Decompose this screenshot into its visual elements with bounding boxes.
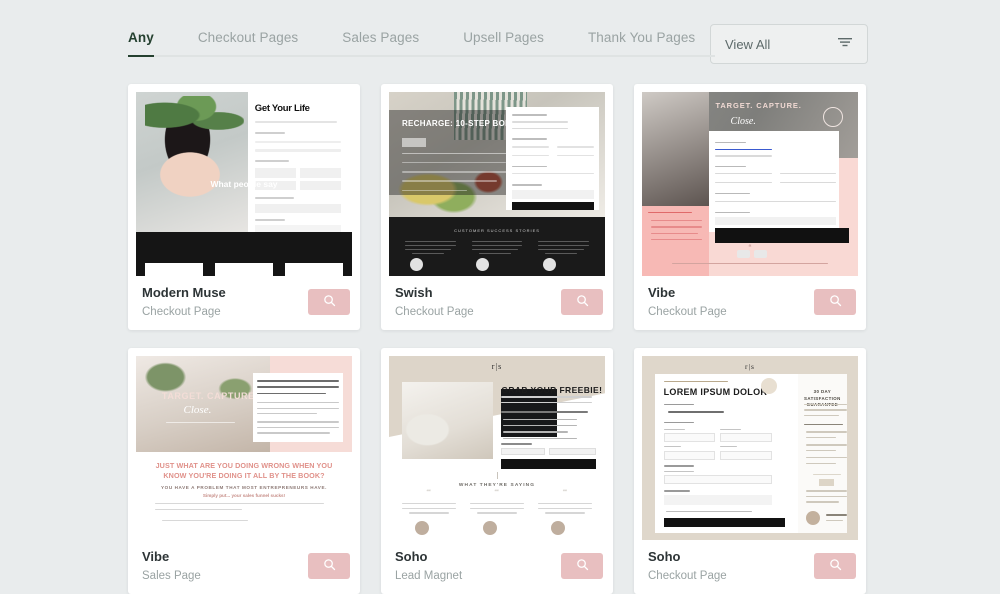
card-footer: Vibe Checkout Page xyxy=(642,276,858,330)
filter-toolbar: Any Checkout Pages Sales Pages Upsell Pa… xyxy=(0,0,1000,72)
card-title: Soho xyxy=(648,549,681,564)
template-card[interactable]: TARGET. CAPTURE. Close. “ Vibe Checkout … xyxy=(634,84,866,330)
preview-zoom-button[interactable] xyxy=(308,553,350,579)
card-category: Checkout Page xyxy=(648,306,727,319)
preview-banner-text: CUSTOMER SUCCESS STORIES xyxy=(454,228,540,234)
search-icon xyxy=(829,294,842,310)
preview-zoom-button[interactable] xyxy=(308,289,350,315)
card-footer: Vibe Sales Page xyxy=(136,540,352,594)
tab-upsell-pages-label: Upsell Pages xyxy=(463,30,544,45)
preview-script-text: Close. xyxy=(183,403,212,416)
search-icon xyxy=(323,558,336,574)
filter-icon xyxy=(837,35,853,53)
preview-zoom-button[interactable] xyxy=(561,289,603,315)
card-footer: Soho Lead Magnet xyxy=(389,540,605,594)
card-category: Checkout Page xyxy=(142,306,221,319)
card-title: Modern Muse xyxy=(142,285,226,300)
preview-headline: LOREM IPSUM DOLOR xyxy=(663,387,768,398)
preview-zoom-button[interactable] xyxy=(814,553,856,579)
template-preview-thumbnail: TARGET. CAPTURE. Close. JUST WHAT ARE YO… xyxy=(136,356,352,540)
search-icon xyxy=(323,294,336,310)
card-title: Vibe xyxy=(142,549,170,564)
preview-banner-text: What people say xyxy=(210,179,278,189)
preview-logo: r|s xyxy=(745,361,755,371)
card-meta: Swish Checkout Page xyxy=(395,285,474,320)
view-all-label: View All xyxy=(725,36,771,52)
preview-section-sub2: Simply put... your sales funnel sucks! xyxy=(202,493,286,499)
tab-any-label: Any xyxy=(128,30,154,45)
search-icon xyxy=(576,294,589,310)
preview-section-heading: JUST WHAT ARE YOU DOING WRONG WHEN YOU K… xyxy=(155,460,333,481)
card-category: Sales Page xyxy=(142,570,201,583)
preview-zoom-button[interactable] xyxy=(814,289,856,315)
preview-logo: r|s xyxy=(491,361,503,371)
template-card[interactable]: r|s GRAB YOUR FREEBIE! WHAT THEY'RE SAYI… xyxy=(381,348,613,594)
tab-upsell-pages[interactable]: Upsell Pages xyxy=(463,24,544,57)
tab-sales-pages[interactable]: Sales Pages xyxy=(342,24,419,57)
preview-quote-mark: “ xyxy=(748,242,752,253)
card-category: Checkout Page xyxy=(648,570,727,583)
preview-section-heading: WHAT THEY'RE SAYING xyxy=(458,482,536,488)
card-category: Lead Magnet xyxy=(395,570,463,583)
tab-sales-pages-label: Sales Pages xyxy=(342,30,420,45)
card-footer: Soho Checkout Page xyxy=(642,540,858,594)
tab-checkout-pages[interactable]: Checkout Pages xyxy=(198,24,298,57)
card-title: Swish xyxy=(395,285,433,300)
preview-side-heading: 30 DAY SATISFACTION GUARANTEE xyxy=(804,389,841,407)
tab-thank-you-pages-label: Thank You Pages xyxy=(587,30,696,45)
card-title: Vibe xyxy=(648,285,676,300)
preview-zoom-button[interactable] xyxy=(561,553,603,579)
search-icon xyxy=(829,558,842,574)
template-preview-thumbnail: RECHARGE: 10-STEP BODY DETOX PROGRAM CUS… xyxy=(389,92,605,276)
preview-script-text: Close. xyxy=(730,115,756,127)
card-footer: Modern Muse Checkout Page xyxy=(136,276,352,330)
template-preview-thumbnail: r|s GRAB YOUR FREEBIE! WHAT THEY'RE SAYI… xyxy=(389,356,605,540)
template-card[interactable]: r|s LOREM IPSUM DOLOR 30 DAY SATISFACTIO… xyxy=(634,348,866,594)
template-preview-thumbnail: Get Your Life What people say xyxy=(136,92,352,276)
preview-headline: TARGET. CAPTURE. xyxy=(161,390,258,401)
card-title: Soho xyxy=(395,549,428,564)
template-card[interactable]: TARGET. CAPTURE. Close. JUST WHAT ARE YO… xyxy=(128,348,360,594)
template-card[interactable]: Get Your Life What people say Modern Mus… xyxy=(128,84,360,330)
tab-thank-you-pages[interactable]: Thank You Pages xyxy=(588,24,695,57)
tab-checkout-pages-label: Checkout Pages xyxy=(197,30,299,45)
card-footer: Swish Checkout Page xyxy=(389,276,605,330)
card-category: Checkout Page xyxy=(395,306,474,319)
preview-headline: GRAB YOUR FREEBIE! xyxy=(501,384,603,395)
search-icon xyxy=(576,558,589,574)
template-card[interactable]: RECHARGE: 10-STEP BODY DETOX PROGRAM CUS… xyxy=(381,84,613,330)
preview-section-sub: YOU HAVE A PROBLEM THAT MOST ENTREPRENEU… xyxy=(160,484,328,490)
preview-headline: Get Your Life xyxy=(254,103,310,115)
template-preview-thumbnail: r|s LOREM IPSUM DOLOR 30 DAY SATISFACTIO… xyxy=(642,356,858,540)
template-grid: Get Your Life What people say Modern Mus… xyxy=(128,84,872,594)
template-preview-thumbnail: TARGET. CAPTURE. Close. “ xyxy=(642,92,858,276)
card-meta: Vibe Checkout Page xyxy=(648,285,727,320)
view-all-filter-button[interactable]: View All xyxy=(710,24,868,64)
preview-headline: TARGET. CAPTURE. xyxy=(715,101,802,111)
category-tabs: Any Checkout Pages Sales Pages Upsell Pa… xyxy=(128,24,716,57)
tab-any[interactable]: Any xyxy=(128,24,154,57)
card-meta: Modern Muse Checkout Page xyxy=(142,285,226,320)
